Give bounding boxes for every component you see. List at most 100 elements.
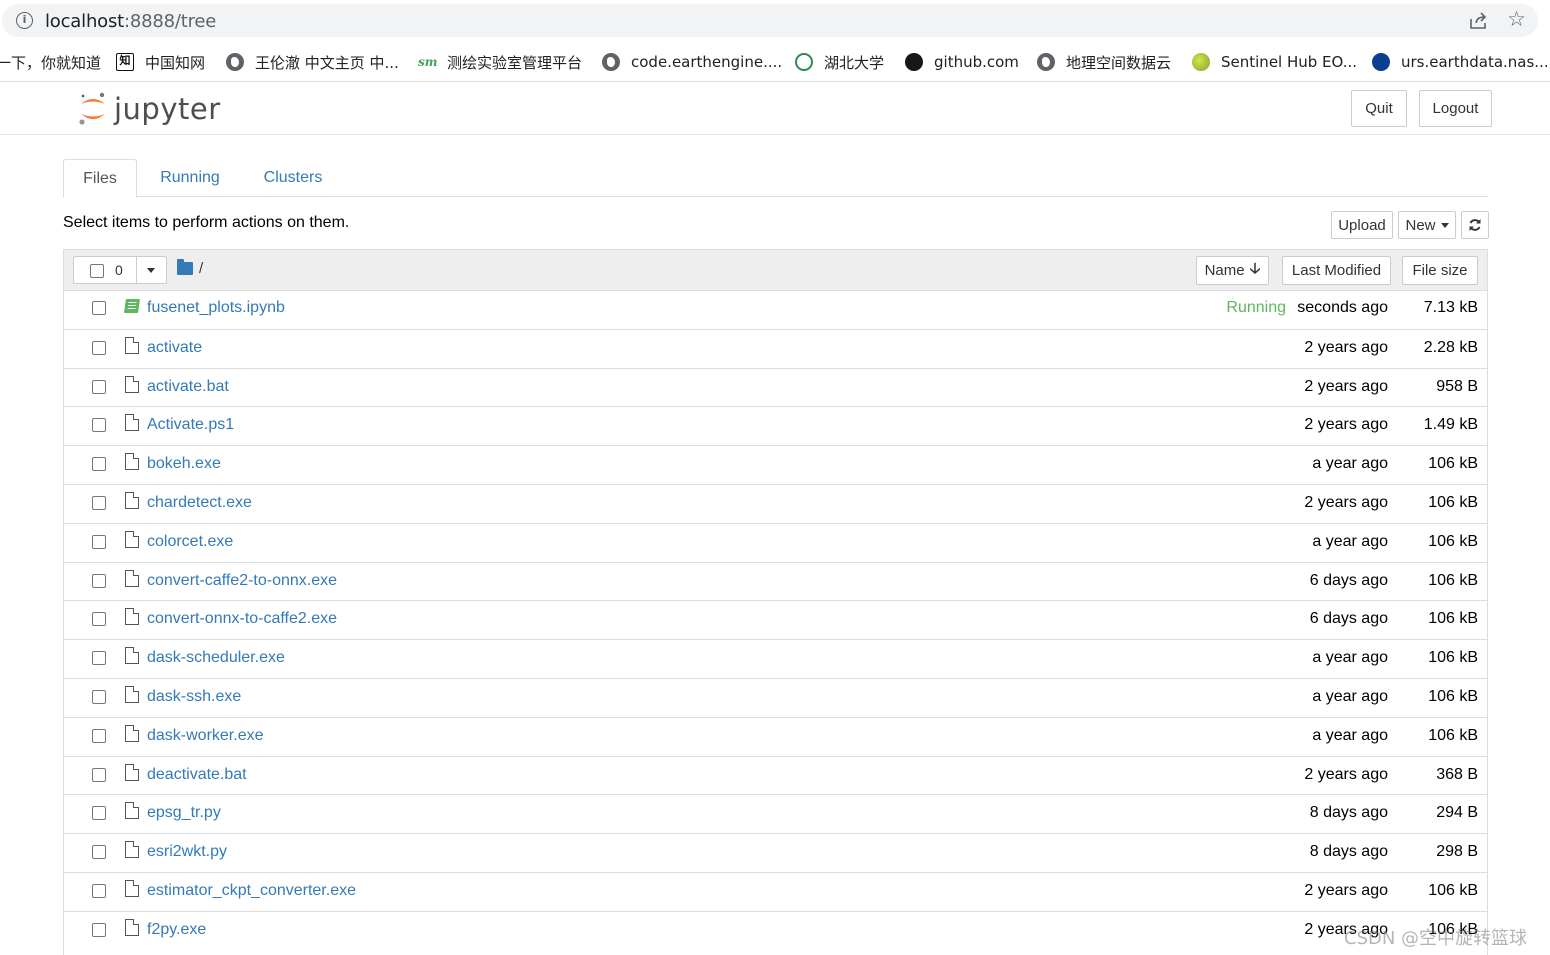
file-icon xyxy=(125,686,139,703)
row-checkbox[interactable] xyxy=(92,845,106,860)
row-checkbox[interactable] xyxy=(92,690,106,704)
file-row[interactable]: f2py.exe 2 years ago 106 kB xyxy=(64,910,1487,950)
address-url[interactable]: localhost:8888/tree xyxy=(45,11,216,32)
file-row[interactable]: convert-onnx-to-caffe2.exe 6 days ago 106 … xyxy=(64,600,1487,639)
file-name-link[interactable]: dask-scheduler.exe xyxy=(147,649,285,667)
file-row[interactable]: dask-worker.exe a year ago 106 kB xyxy=(64,716,1487,756)
row-checkbox[interactable] xyxy=(92,340,106,355)
url-path: :8888/tree xyxy=(124,11,217,32)
tab-files[interactable]: Files xyxy=(63,159,137,198)
file-row[interactable]: deactivate.bat 2 years ago 368 B xyxy=(64,755,1487,795)
file-row[interactable]: activate.bat 2 years ago 958 B xyxy=(64,367,1487,407)
bookmark-item[interactable]: 王伦澈 中文主页 中... xyxy=(226,51,399,73)
row-checkbox[interactable] xyxy=(92,612,106,627)
row-checkbox[interactable] xyxy=(92,884,106,898)
bookmark-item[interactable]: github.com xyxy=(905,51,1019,73)
address-bar[interactable]: i localhost:8888/tree ☆ xyxy=(2,4,1538,37)
select-all-dropdown[interactable]: 0 xyxy=(73,256,167,284)
select-all-checkbox[interactable] xyxy=(90,264,104,278)
file-row[interactable]: dask-ssh.exe a year ago 106 kB xyxy=(64,678,1487,717)
caret-down-icon[interactable] xyxy=(147,268,155,273)
jupyter-logo[interactable]: jupyter xyxy=(78,90,221,128)
bookmark-item[interactable]: code.earthengine.... xyxy=(602,51,782,73)
file-icon xyxy=(125,841,139,859)
folder-icon[interactable] xyxy=(177,259,193,275)
tab-bar: Files Running Clusters xyxy=(63,159,1488,198)
file-name-link[interactable]: fusenet_plots.ipynb xyxy=(147,299,285,317)
file-size: 106 kB xyxy=(1428,532,1478,550)
bookmark-item[interactable]: 一下，你就知道 xyxy=(0,51,101,73)
file-name-link[interactable]: convert-caffe2-to-onnx.exe xyxy=(147,572,337,590)
bookmark-star-icon[interactable]: ☆ xyxy=(1507,7,1526,32)
bookmark-item[interactable]: urs.earthdata.nas... xyxy=(1372,51,1549,73)
file-name-link[interactable]: activate xyxy=(147,339,202,357)
bookmark-label: 地理空间数据云 xyxy=(1066,53,1172,72)
bookmark-item[interactable]: Sentinel Hub EO... xyxy=(1192,51,1357,73)
bookmark-item[interactable]: 湖北大学 xyxy=(795,51,884,73)
bookmark-item[interactable]: 知中国知网 xyxy=(116,51,205,73)
file-row[interactable]: activate 2 years ago 2.28 kB xyxy=(64,328,1487,368)
file-name-link[interactable]: estimator_ckpt_converter.exe xyxy=(147,882,356,900)
refresh-button[interactable] xyxy=(1461,211,1489,239)
caret-down-icon xyxy=(1440,222,1449,228)
selected-count: 0 xyxy=(115,262,123,278)
row-checkbox[interactable] xyxy=(92,379,106,394)
file-row[interactable]: esri2wkt.py 8 days ago 298 B xyxy=(64,833,1487,872)
file-icon xyxy=(125,336,139,354)
last-modified: a year ago xyxy=(1312,688,1388,705)
tab-clusters[interactable]: Clusters xyxy=(251,159,335,197)
sentinel-icon xyxy=(1192,53,1210,71)
file-name-link[interactable]: epsg_tr.py xyxy=(147,804,221,822)
file-name-link[interactable]: colorcet.exe xyxy=(147,533,233,551)
file-name-link[interactable]: dask-worker.exe xyxy=(147,727,264,745)
file-name-link[interactable]: f2py.exe xyxy=(147,921,206,939)
file-row[interactable]: epsg_tr.py 8 days ago 294 B xyxy=(64,794,1487,833)
row-checkbox[interactable] xyxy=(92,651,106,666)
sort-file-size-button[interactable]: File size xyxy=(1402,256,1478,285)
file-icon xyxy=(125,569,139,587)
bookmark-item[interactable]: sm 测绘实验室管理平台 xyxy=(418,51,582,73)
row-checkbox[interactable] xyxy=(92,573,106,588)
file-row[interactable]: dask-scheduler.exe a year ago 106 kB xyxy=(64,639,1487,678)
file-name-link[interactable]: Activate.ps1 xyxy=(147,416,234,434)
row-checkbox[interactable] xyxy=(92,767,106,782)
row-checkbox[interactable] xyxy=(92,534,106,549)
file-name-link[interactable]: deactivate.bat xyxy=(147,766,247,784)
file-row[interactable]: Activate.ps1 2 years ago 1.49 kB xyxy=(64,406,1487,445)
file-row[interactable]: convert-caffe2-to-onnx.exe 6 days ago 106 … xyxy=(64,561,1487,601)
file-row[interactable]: colorcet.exe a year ago 106 kB xyxy=(64,522,1487,562)
sort-name-button[interactable]: Name 🡣 xyxy=(1196,256,1269,285)
site-info-icon[interactable]: i xyxy=(16,12,33,29)
file-name-link[interactable]: esri2wkt.py xyxy=(147,843,227,861)
last-modified: a year ago xyxy=(1312,532,1388,550)
file-name-link[interactable]: chardetect.exe xyxy=(147,494,252,512)
file-name-link[interactable]: convert-onnx-to-caffe2.exe xyxy=(147,610,337,628)
file-row[interactable]: estimator_ckpt_converter.exe 2 years ago 1… xyxy=(64,872,1487,911)
file-row[interactable]: fusenet_plots.ipynb Running seconds ago 7.1… xyxy=(64,290,1487,329)
file-icon xyxy=(125,647,139,665)
row-checkbox[interactable] xyxy=(92,806,106,821)
new-dropdown-button[interactable]: New xyxy=(1398,211,1456,239)
bookmark-item[interactable]: 地理空间数据云 xyxy=(1037,51,1171,73)
last-modified: 2 years ago xyxy=(1304,416,1388,434)
file-name-link[interactable]: bokeh.exe xyxy=(147,455,221,473)
sort-last-modified-button[interactable]: Last Modified xyxy=(1282,256,1391,285)
row-checkbox[interactable] xyxy=(92,922,106,937)
row-checkbox[interactable] xyxy=(92,301,106,315)
share-icon[interactable] xyxy=(1468,11,1488,31)
file-name-link[interactable]: dask-ssh.exe xyxy=(147,688,241,706)
row-checkbox[interactable] xyxy=(92,418,106,433)
row-checkbox[interactable] xyxy=(92,496,106,510)
breadcrumb[interactable]: / xyxy=(199,260,203,277)
row-checkbox[interactable] xyxy=(92,728,106,743)
logout-button[interactable]: Logout xyxy=(1419,90,1492,127)
last-modified: 6 days ago xyxy=(1309,610,1388,628)
file-size: 106 kB xyxy=(1428,882,1478,899)
file-row[interactable]: bokeh.exe a year ago 106 kB xyxy=(64,445,1487,484)
file-row[interactable]: chardetect.exe 2 years ago 106 kB xyxy=(64,484,1487,523)
row-checkbox[interactable] xyxy=(92,457,106,472)
upload-button[interactable]: Upload xyxy=(1331,211,1393,239)
tab-running[interactable]: Running xyxy=(147,159,233,197)
quit-button[interactable]: Quit xyxy=(1351,90,1407,127)
file-name-link[interactable]: activate.bat xyxy=(147,378,229,396)
